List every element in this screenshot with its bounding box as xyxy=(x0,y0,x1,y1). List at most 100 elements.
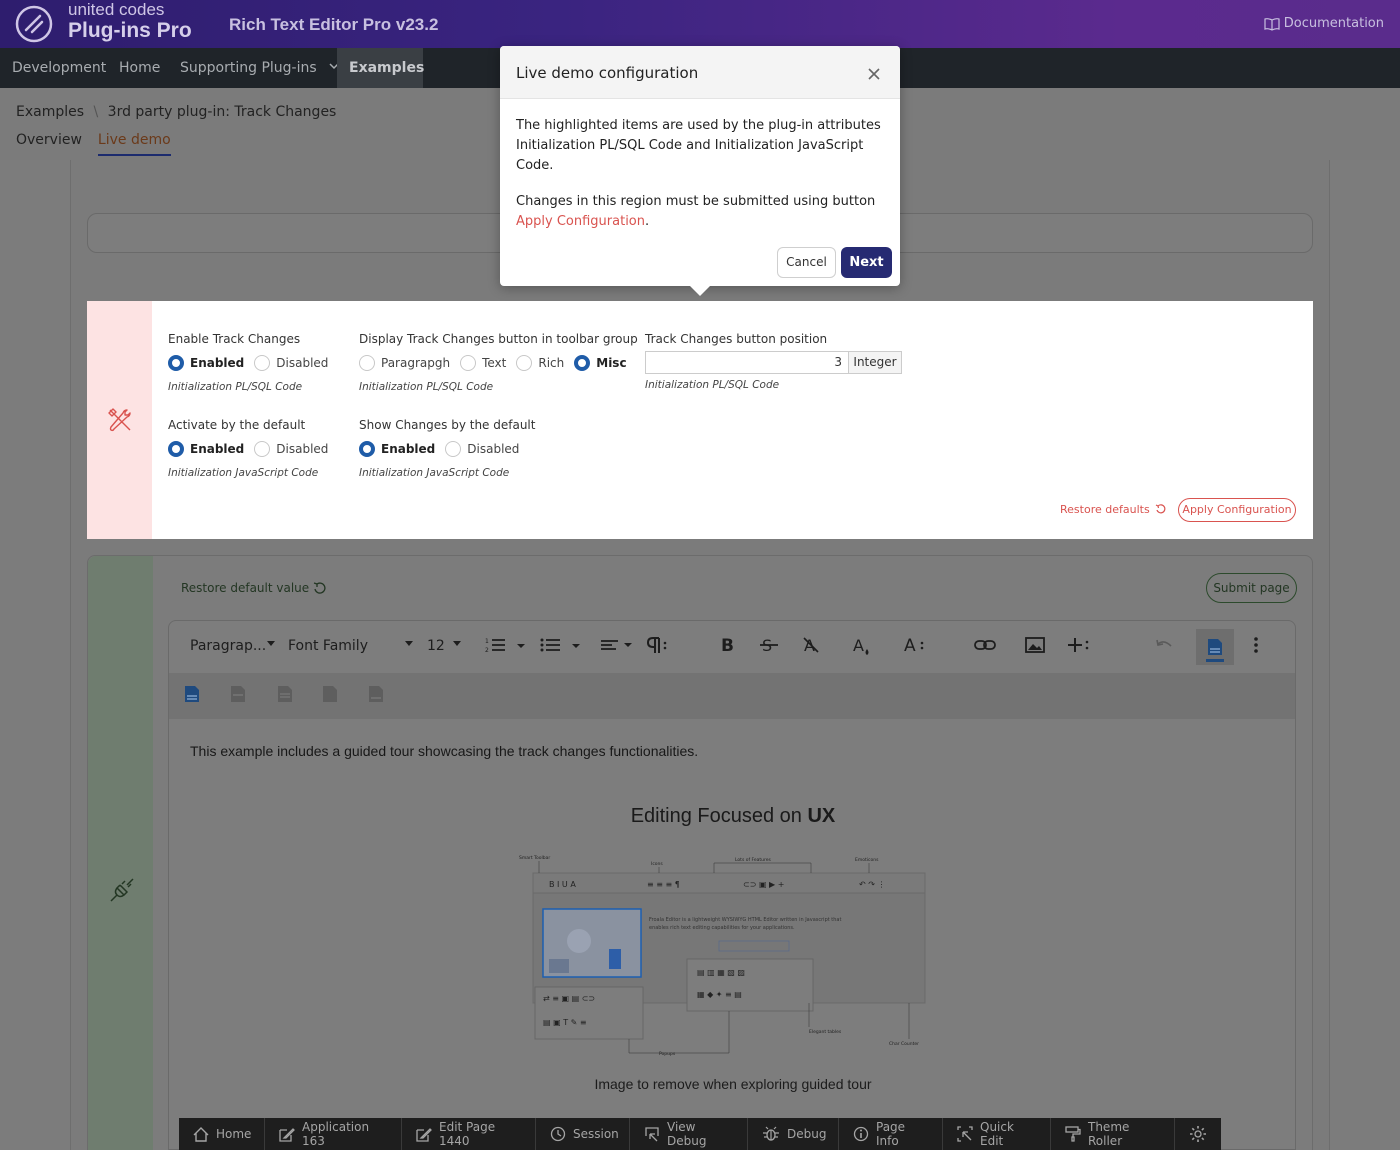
brand-line1: united codes xyxy=(68,0,165,19)
image-title-normal: Editing Focused on xyxy=(630,805,808,827)
paragraph-format-dropdown[interactable]: Paragrap... xyxy=(190,638,266,654)
show-changes-enabled-radio[interactable] xyxy=(359,441,375,457)
group-rich-radio[interactable] xyxy=(516,355,533,371)
dev-settings-button[interactable] xyxy=(1175,1118,1221,1150)
track-changes-toolbar-button[interactable] xyxy=(1196,629,1234,665)
dev-application-button[interactable]: Application 163 xyxy=(265,1118,402,1150)
group-misc-radio[interactable] xyxy=(574,355,591,371)
nav-item-development[interactable]: Development xyxy=(0,48,118,88)
dev-edit-page-button[interactable]: Edit Page 1440 xyxy=(402,1118,536,1150)
paragraph-style-icon[interactable] xyxy=(645,635,669,655)
undo-icon xyxy=(1155,504,1166,515)
radio-label: Enabled xyxy=(381,442,436,456)
font-options-icon[interactable]: A xyxy=(904,635,926,655)
nav-item-home[interactable]: Home xyxy=(107,48,172,88)
svg-text:⇄ ≡ ▣ ▤ ⊂⊃: ⇄ ≡ ▣ ▤ ⊂⊃ xyxy=(543,994,595,1003)
tab-overview[interactable]: Overview xyxy=(16,132,82,156)
activate-disabled-radio[interactable] xyxy=(254,441,271,457)
nav-item-examples[interactable]: Examples xyxy=(337,48,424,88)
book-icon xyxy=(1264,17,1280,31)
paint-roller-icon xyxy=(1065,1126,1081,1142)
united-codes-logo-icon[interactable] xyxy=(14,4,54,44)
reject-all-icon[interactable] xyxy=(367,685,385,705)
restore-default-value-button[interactable]: Restore default value xyxy=(181,581,327,595)
apply-configuration-button[interactable]: Apply Configuration xyxy=(1178,498,1296,522)
button-position-input[interactable]: 3 xyxy=(645,351,849,374)
dev-home-label: Home xyxy=(216,1127,252,1141)
close-icon[interactable] xyxy=(866,66,882,82)
svg-text:2: 2 xyxy=(485,647,489,654)
ordered-list-icon[interactable]: 12 xyxy=(485,635,525,655)
config-side-strip xyxy=(87,301,152,539)
breadcrumb-separator: \ xyxy=(93,104,99,120)
enable-track-changes-disabled-radio[interactable] xyxy=(254,355,271,371)
restore-defaults-button[interactable]: Restore defaults xyxy=(1060,503,1166,516)
next-button[interactable]: Next xyxy=(841,247,892,278)
insert-more-icon[interactable] xyxy=(1066,635,1090,655)
dev-home-button[interactable]: Home xyxy=(179,1118,265,1150)
show-changes-label: Show Changes by the default xyxy=(359,418,536,432)
svg-text:Smart Toolbar: Smart Toolbar xyxy=(519,855,550,861)
font-size-dropdown[interactable]: 12 xyxy=(427,638,445,654)
svg-text:A: A xyxy=(904,636,916,655)
dev-page-info-button[interactable]: Page Info xyxy=(839,1118,943,1150)
display-button-group-radio-group: Paragrapgh Text Rich Misc xyxy=(359,353,637,373)
dev-quick-edit-button[interactable]: Quick Edit xyxy=(943,1118,1051,1150)
show-changes-icon[interactable] xyxy=(229,685,247,705)
undo-icon[interactable] xyxy=(1154,635,1174,655)
group-text-radio[interactable] xyxy=(460,355,477,371)
font-family-dropdown[interactable]: Font Family xyxy=(288,638,368,654)
group-paragraph-radio[interactable] xyxy=(359,355,375,371)
breadcrumb-current: 3rd party plug-in: Track Changes xyxy=(107,104,337,120)
radio-label: Enabled xyxy=(190,356,245,370)
insert-link-icon[interactable] xyxy=(974,635,996,655)
reject-change-icon[interactable] xyxy=(321,685,339,705)
clear-formatting-icon[interactable]: A xyxy=(801,635,821,655)
svg-text:1: 1 xyxy=(485,638,489,645)
track-changes-toggle-icon[interactable] xyxy=(183,685,201,705)
enable-track-changes-enabled-radio[interactable] xyxy=(168,355,184,371)
tab-live-demo[interactable]: Live demo xyxy=(97,132,171,156)
strikethrough-icon[interactable]: S xyxy=(759,635,779,655)
dev-view-debug-button[interactable]: View Debug xyxy=(630,1118,748,1150)
radio-label: Rich xyxy=(538,356,565,370)
more-options-icon[interactable] xyxy=(1252,635,1260,655)
app-header: united codes Plug-ins Pro Rich Text Edit… xyxy=(0,0,1400,48)
bug-icon xyxy=(762,1126,780,1142)
edit-icon xyxy=(279,1127,295,1142)
chevron-down-icon xyxy=(453,641,461,646)
configuration-region: Enable Track Changes Enabled Disabled In… xyxy=(87,301,1313,539)
bold-icon[interactable]: B xyxy=(720,635,736,655)
submit-page-button[interactable]: Submit page xyxy=(1206,573,1297,603)
nav-item-supporting-label: Supporting Plug-ins xyxy=(180,60,317,76)
cancel-button[interactable]: Cancel xyxy=(777,247,836,278)
editor-features-illustration[interactable]: B I U A ≡ ≡ ≡ ¶ ⊂⊃ ▣ ▶ + ↶ ↷ ⋮ Froala Ed… xyxy=(519,849,939,1059)
track-changes-toolbar xyxy=(169,673,1295,719)
svg-text:↶ ↷ ⋮: ↶ ↷ ⋮ xyxy=(858,880,886,889)
documentation-link[interactable]: Documentation xyxy=(1264,16,1384,31)
dev-page-info-label: Page Info xyxy=(876,1120,906,1148)
dev-session-button[interactable]: Session xyxy=(536,1118,630,1150)
undo-icon xyxy=(313,581,327,595)
rich-text-editor: Paragrap... Font Family 12 12 B S A A A … xyxy=(168,620,1296,1150)
unordered-list-icon[interactable] xyxy=(540,635,580,655)
nav-item-supporting-plugins[interactable]: Supporting Plug-ins xyxy=(168,48,351,88)
dev-theme-roller-button[interactable]: Theme Roller xyxy=(1051,1118,1175,1150)
editor-content-text[interactable]: This example includes a guided tour show… xyxy=(190,743,698,759)
tools-icon xyxy=(107,407,133,433)
text-color-icon[interactable]: A xyxy=(852,635,872,657)
activate-by-default-label: Activate by the default xyxy=(168,418,306,432)
radio-label: Text xyxy=(482,356,507,370)
gear-icon xyxy=(1189,1125,1207,1143)
app-title: Rich Text Editor Pro v23.2 xyxy=(229,15,439,34)
breadcrumb-root[interactable]: Examples xyxy=(16,104,84,120)
align-icon[interactable] xyxy=(600,635,634,655)
accept-change-icon[interactable] xyxy=(276,685,294,705)
show-changes-disabled-radio[interactable] xyxy=(445,441,462,457)
apply-configuration-link[interactable]: Apply Configuration xyxy=(516,214,645,229)
restore-defaults-label: Restore defaults xyxy=(1060,503,1150,516)
insert-image-icon[interactable] xyxy=(1025,635,1045,655)
svg-text:Froala Editor is a lightweight: Froala Editor is a lightweight WYSIWYG H… xyxy=(649,917,841,923)
dev-debug-button[interactable]: Debug xyxy=(748,1118,839,1150)
activate-enabled-radio[interactable] xyxy=(168,441,184,457)
